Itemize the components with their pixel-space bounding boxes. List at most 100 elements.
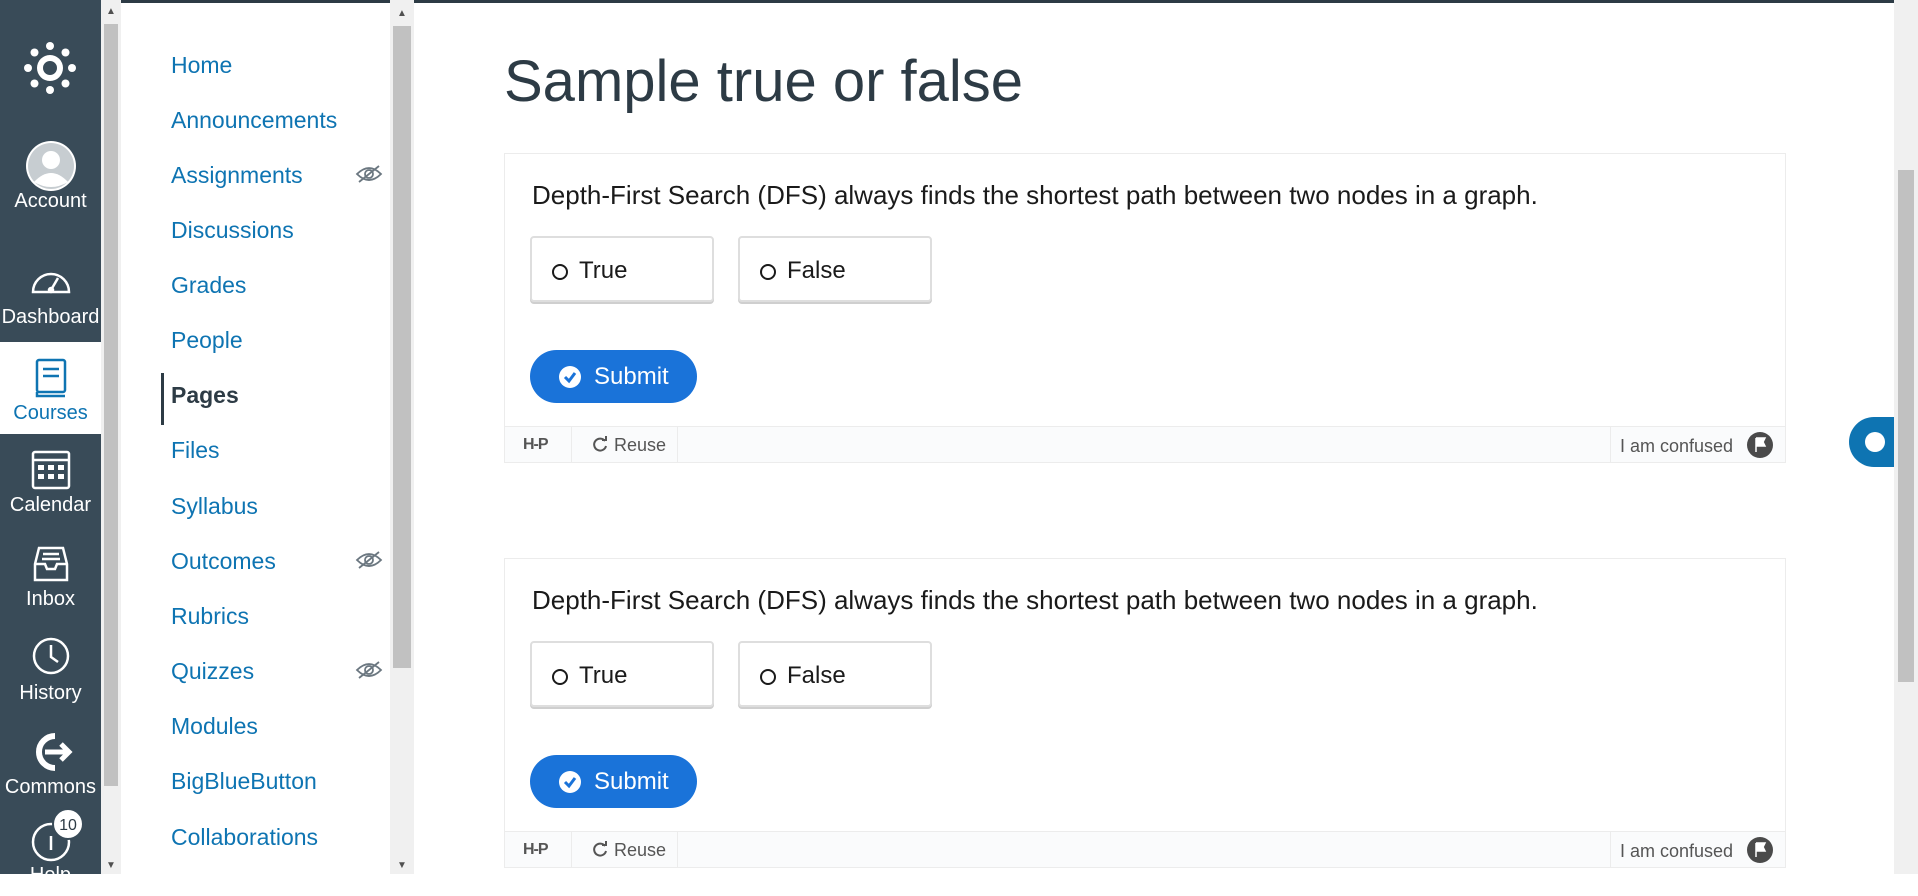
course-nav-announcements[interactable]: Announcements xyxy=(171,107,337,134)
refresh-icon xyxy=(593,841,607,857)
inbox-icon xyxy=(25,538,77,590)
course-nav-files[interactable]: Files xyxy=(171,437,220,464)
gnav-help[interactable]: 10 Help xyxy=(0,804,101,896)
hidden-eye-icon xyxy=(355,164,383,184)
question-text: Depth-First Search (DFS) always finds th… xyxy=(532,585,1538,615)
radio-icon xyxy=(552,264,568,280)
courses-icon xyxy=(25,352,77,404)
scroll-down-arrow-icon[interactable]: ▼ xyxy=(390,858,414,874)
option-label: False xyxy=(787,257,846,284)
submit-label: Submit xyxy=(594,768,669,795)
scrollbar-thumb[interactable] xyxy=(1898,170,1914,682)
avatar-icon xyxy=(25,140,77,192)
divider xyxy=(571,427,572,463)
scrollbar-left[interactable]: ▲ ▼ xyxy=(101,0,121,874)
help-badge: 10 xyxy=(52,808,84,840)
h5p-question: Depth-First Search (DFS) always finds th… xyxy=(504,558,1786,868)
submit-button[interactable]: Submit xyxy=(530,755,697,808)
radio-icon xyxy=(552,669,568,685)
page-title: Sample true or false xyxy=(504,49,1024,114)
option-false[interactable]: False xyxy=(738,641,932,707)
gnav-account-label: Account xyxy=(14,190,87,212)
gnav-inbox[interactable]: Inbox xyxy=(0,528,101,620)
course-nav-pages[interactable]: Pages xyxy=(171,382,239,409)
dashboard-icon xyxy=(25,256,77,308)
course-nav-modules[interactable]: Modules xyxy=(171,713,258,740)
course-nav-bigbluebutton[interactable]: BigBlueButton xyxy=(171,768,317,795)
gnav-dashboard-label: Dashboard xyxy=(1,306,100,328)
calendar-icon xyxy=(25,444,77,496)
gnav-history-label: History xyxy=(19,682,82,704)
h5p-footer: H-P Reuse I am confused xyxy=(505,831,1785,868)
divider xyxy=(1610,427,1611,463)
h5p-logo-icon: H-P xyxy=(523,436,549,453)
submit-label: Submit xyxy=(594,363,669,390)
h5p-footer: H-P Reuse I am confused xyxy=(505,426,1785,463)
option-label: False xyxy=(787,662,846,689)
divider xyxy=(677,832,678,868)
course-nav-outcomes[interactable]: Outcomes xyxy=(171,548,276,575)
scrollbar-thumb[interactable] xyxy=(393,26,411,668)
history-icon xyxy=(25,632,77,684)
scrollbar-thumb[interactable] xyxy=(104,24,118,786)
gnav-help-label: Help xyxy=(29,864,72,886)
confused-label[interactable]: I am confused xyxy=(1620,841,1733,862)
course-nav-collaborations[interactable]: Collaborations xyxy=(171,824,318,851)
gnav-history[interactable]: History xyxy=(0,622,101,714)
check-circle-icon xyxy=(559,771,581,793)
scroll-down-arrow-icon[interactable]: ▼ xyxy=(101,858,121,874)
option-false[interactable]: False xyxy=(738,236,932,302)
hidden-eye-icon xyxy=(355,660,383,680)
flag-icon[interactable] xyxy=(1747,837,1773,863)
gnav-commons-label: Commons xyxy=(4,776,97,798)
option-label: True xyxy=(579,257,628,284)
gnav-commons[interactable]: Commons xyxy=(0,716,101,808)
course-nav-people[interactable]: People xyxy=(171,327,243,354)
gnav-account[interactable]: Account xyxy=(0,130,101,222)
reuse-button[interactable]: Reuse xyxy=(591,435,666,456)
divider xyxy=(571,832,572,868)
floating-helper-button[interactable] xyxy=(1849,417,1899,467)
global-nav: Account Dashboard Courses Calendar Inbox… xyxy=(0,0,101,886)
course-nav-home[interactable]: Home xyxy=(171,52,232,79)
question-text: Depth-First Search (DFS) always finds th… xyxy=(532,180,1538,210)
commons-icon xyxy=(25,726,77,778)
course-nav-grades[interactable]: Grades xyxy=(171,272,246,299)
divider xyxy=(677,427,678,463)
canvas-logo-icon[interactable] xyxy=(22,40,78,96)
flag-icon[interactable] xyxy=(1747,432,1773,458)
course-nav-quizzes[interactable]: Quizzes xyxy=(171,658,254,685)
scrollbar-course-nav[interactable]: ▲ ▼ xyxy=(390,0,414,874)
gnav-calendar[interactable]: Calendar xyxy=(0,434,101,526)
reuse-button[interactable]: Reuse xyxy=(591,840,666,861)
gnav-courses-label: Courses xyxy=(13,402,88,424)
top-border xyxy=(0,0,1918,3)
scrollbar-main[interactable] xyxy=(1894,0,1918,874)
h5p-logo-icon: H-P xyxy=(523,841,549,858)
check-circle-icon xyxy=(559,366,581,388)
course-nav-syllabus[interactable]: Syllabus xyxy=(171,493,258,520)
course-nav-assignments[interactable]: Assignments xyxy=(171,162,303,189)
option-true[interactable]: True xyxy=(530,236,714,302)
scroll-up-arrow-icon[interactable]: ▲ xyxy=(390,6,414,22)
scroll-up-arrow-icon[interactable]: ▲ xyxy=(101,4,121,20)
h5p-question: Depth-First Search (DFS) always finds th… xyxy=(504,153,1786,463)
radio-icon xyxy=(760,669,776,685)
gnav-courses[interactable]: Courses xyxy=(0,342,101,434)
refresh-icon xyxy=(593,436,607,452)
option-label: True xyxy=(579,662,628,689)
submit-button[interactable]: Submit xyxy=(530,350,697,403)
course-nav-rubrics[interactable]: Rubrics xyxy=(171,603,249,630)
confused-label[interactable]: I am confused xyxy=(1620,436,1733,457)
radio-icon xyxy=(760,264,776,280)
option-true[interactable]: True xyxy=(530,641,714,707)
reuse-label: Reuse xyxy=(614,840,667,860)
gnav-dashboard[interactable]: Dashboard xyxy=(0,246,101,338)
active-indicator xyxy=(161,373,164,425)
course-nav-discussions[interactable]: Discussions xyxy=(171,217,294,244)
reuse-label: Reuse xyxy=(614,435,667,455)
gnav-calendar-label: Calendar xyxy=(9,494,92,516)
hidden-eye-icon xyxy=(355,550,383,570)
gnav-inbox-label: Inbox xyxy=(26,588,75,610)
divider xyxy=(1610,832,1611,868)
